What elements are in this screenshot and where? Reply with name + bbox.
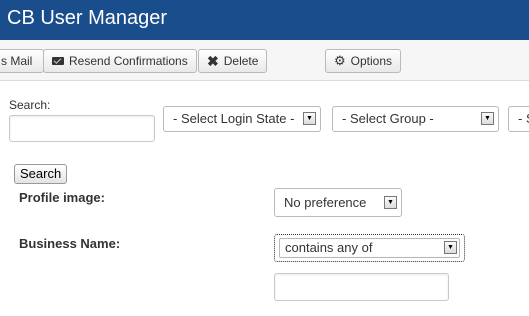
extra-filter-select-value: - S [518,111,529,126]
search-input[interactable] [9,115,155,142]
options-button[interactable]: ⚙ Options [325,49,402,73]
close-icon: ✖ [207,53,219,69]
chevron-down-icon: ▼ [481,112,494,125]
resend-confirmations-button[interactable]: Resend Confirmations [43,49,197,73]
page-title: CB User Manager [7,7,168,29]
title-bar: CB User Manager [0,0,529,41]
extra-filter-select[interactable]: - S [508,106,529,132]
profile-image-label: Profile image: [19,190,105,205]
options-button-label: Options [350,54,393,68]
profile-image-select-value: No preference [284,195,367,210]
chevron-down-icon: ▼ [303,112,316,125]
business-name-mode-value: contains any of [285,240,373,255]
business-name-input[interactable] [274,273,449,301]
delete-button[interactable]: ✖ Delete [198,49,268,73]
chevron-down-icon: ▼ [384,196,397,209]
chevron-down-icon: ▼ [444,241,457,254]
delete-button-label: Delete [223,54,259,68]
search-label: Search: [9,98,51,112]
resend-button-label: Resend Confirmations [69,54,188,68]
login-state-select-value: - Select Login State - [173,111,295,126]
group-select[interactable]: - Select Group - ▼ [332,106,499,132]
business-name-label: Business Name: [19,236,121,251]
gear-icon: ⚙ [334,53,346,68]
group-select-value: - Select Group - [342,111,434,126]
mail-button-label: s Mail [1,54,33,68]
business-name-mode-select[interactable]: contains any of ▼ [274,234,465,262]
envelope-icon [52,57,64,65]
login-state-select[interactable]: - Select Login State - ▼ [163,106,321,132]
search-button[interactable]: Search [14,164,68,184]
business-name-mode-inner: contains any of ▼ [279,238,460,258]
toolbar: s Mail Resend Confirmations ✖ Delete ⚙ O… [0,40,529,81]
profile-image-select[interactable]: No preference ▼ [274,188,402,217]
mail-button[interactable]: s Mail [0,49,44,73]
